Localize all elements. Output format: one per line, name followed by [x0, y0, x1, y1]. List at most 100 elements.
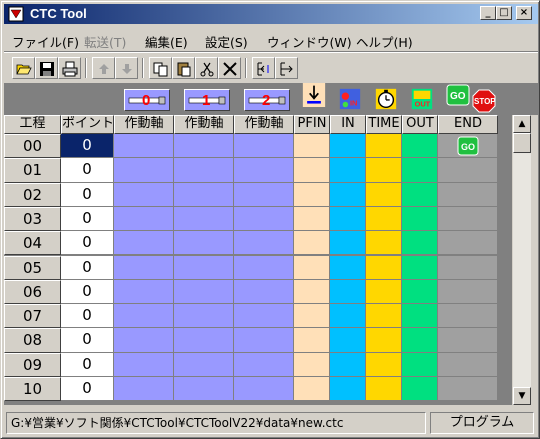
pfin-cell[interactable] [294, 328, 330, 353]
end-cell[interactable] [438, 206, 498, 232]
axis-3-cell[interactable] [234, 304, 294, 329]
out-cell[interactable] [402, 328, 438, 353]
step-number[interactable]: 08 [4, 328, 61, 353]
axis-3-cell[interactable] [234, 182, 294, 207]
end-cell[interactable] [438, 255, 498, 280]
axis-3-cell[interactable] [234, 134, 294, 159]
end-cell[interactable] [438, 279, 498, 305]
axis-1-cell[interactable] [114, 377, 174, 402]
point-cell[interactable]: 0 [61, 182, 114, 207]
stopwatch-icon[interactable] [374, 87, 398, 111]
scroll-thumb[interactable] [513, 133, 531, 153]
out-cell[interactable] [402, 158, 438, 183]
end-cell[interactable] [438, 352, 498, 377]
end-cell[interactable] [438, 158, 498, 183]
axis-1-button[interactable]: 1 [184, 89, 230, 111]
axis-2-cell[interactable] [174, 255, 234, 280]
time-cell[interactable] [366, 255, 402, 280]
axis-2-cell[interactable] [174, 328, 234, 353]
point-cell[interactable]: 0 [61, 158, 114, 183]
axis-1-cell[interactable] [114, 134, 174, 159]
time-cell[interactable] [366, 304, 402, 329]
out-cell[interactable] [402, 231, 438, 256]
output-signal-icon[interactable]: OUT [410, 87, 434, 111]
go-icon[interactable]: GO [457, 136, 479, 156]
input-signal-icon[interactable]: IN [338, 87, 362, 111]
axis-1-cell[interactable] [114, 255, 174, 280]
end-cell[interactable] [438, 231, 498, 256]
point-cell[interactable]: 0 [61, 134, 114, 159]
axis-3-cell[interactable] [234, 231, 294, 256]
out-cell[interactable] [402, 255, 438, 280]
axis-1-cell[interactable] [114, 158, 174, 183]
pfin-cell[interactable] [294, 182, 330, 207]
axis-3-cell[interactable] [234, 352, 294, 377]
insert-right-button[interactable] [275, 57, 298, 79]
point-cell[interactable]: 0 [61, 231, 114, 256]
time-cell[interactable] [366, 231, 402, 256]
pfin-cell[interactable] [294, 279, 330, 305]
in-cell[interactable] [330, 255, 366, 280]
time-cell[interactable] [366, 279, 402, 305]
time-cell[interactable] [366, 158, 402, 183]
pfin-cell[interactable] [294, 304, 330, 329]
axis-2-cell[interactable] [174, 279, 234, 305]
axis-3-cell[interactable] [234, 206, 294, 232]
save-button[interactable] [35, 57, 58, 79]
pfin-arrow-icon[interactable] [302, 83, 326, 107]
menu-window[interactable]: ウィンドウ(W) [267, 32, 352, 51]
axis-2-cell[interactable] [174, 304, 234, 329]
axis-0-button[interactable]: 0 [124, 89, 170, 111]
in-cell[interactable] [330, 231, 366, 256]
title-bar[interactable]: CTC Tool _ □ × [4, 4, 538, 24]
minimize-button[interactable]: _ [480, 6, 496, 20]
out-cell[interactable] [402, 377, 438, 402]
pfin-cell[interactable] [294, 255, 330, 280]
end-cell[interactable] [438, 304, 498, 329]
pfin-cell[interactable] [294, 377, 330, 402]
step-number[interactable]: 02 [4, 182, 61, 207]
step-number[interactable]: 04 [4, 231, 61, 256]
step-number[interactable]: 05 [4, 255, 61, 280]
pfin-cell[interactable] [294, 134, 330, 159]
print-button[interactable] [58, 57, 81, 79]
end-cell[interactable] [438, 328, 498, 353]
scroll-up-button[interactable]: ▲ [513, 115, 531, 133]
axis-2-button[interactable]: 2 [244, 89, 290, 111]
out-cell[interactable] [402, 134, 438, 159]
point-cell[interactable]: 0 [61, 328, 114, 353]
axis-1-cell[interactable] [114, 206, 174, 232]
axis-1-cell[interactable] [114, 328, 174, 353]
axis-1-cell[interactable] [114, 231, 174, 256]
menu-file[interactable]: ファイル(F) [12, 32, 79, 51]
time-cell[interactable] [366, 206, 402, 232]
step-number[interactable]: 00 [4, 134, 61, 159]
in-cell[interactable] [330, 158, 366, 183]
in-cell[interactable] [330, 328, 366, 353]
pfin-cell[interactable] [294, 231, 330, 256]
out-cell[interactable] [402, 304, 438, 329]
in-cell[interactable] [330, 206, 366, 232]
axis-2-cell[interactable] [174, 158, 234, 183]
in-cell[interactable] [330, 352, 366, 377]
axis-2-cell[interactable] [174, 182, 234, 207]
copy-button[interactable] [149, 57, 172, 79]
point-cell[interactable]: 0 [61, 255, 114, 280]
menu-help[interactable]: ヘルプ(H) [356, 32, 413, 51]
axis-2-cell[interactable] [174, 231, 234, 256]
point-cell[interactable]: 0 [61, 279, 114, 305]
move-down-button[interactable] [115, 57, 138, 79]
in-cell[interactable] [330, 134, 366, 159]
out-cell[interactable] [402, 279, 438, 305]
pfin-cell[interactable] [294, 352, 330, 377]
point-cell[interactable]: 0 [61, 377, 114, 402]
delete-button[interactable] [218, 57, 241, 79]
menu-edit[interactable]: 編集(E) [145, 32, 188, 51]
step-number[interactable]: 07 [4, 304, 61, 329]
out-cell[interactable] [402, 182, 438, 207]
axis-3-cell[interactable] [234, 279, 294, 305]
axis-3-cell[interactable] [234, 158, 294, 183]
paste-button[interactable] [172, 57, 195, 79]
point-cell[interactable]: 0 [61, 206, 114, 232]
menu-settings[interactable]: 設定(S) [205, 32, 248, 51]
